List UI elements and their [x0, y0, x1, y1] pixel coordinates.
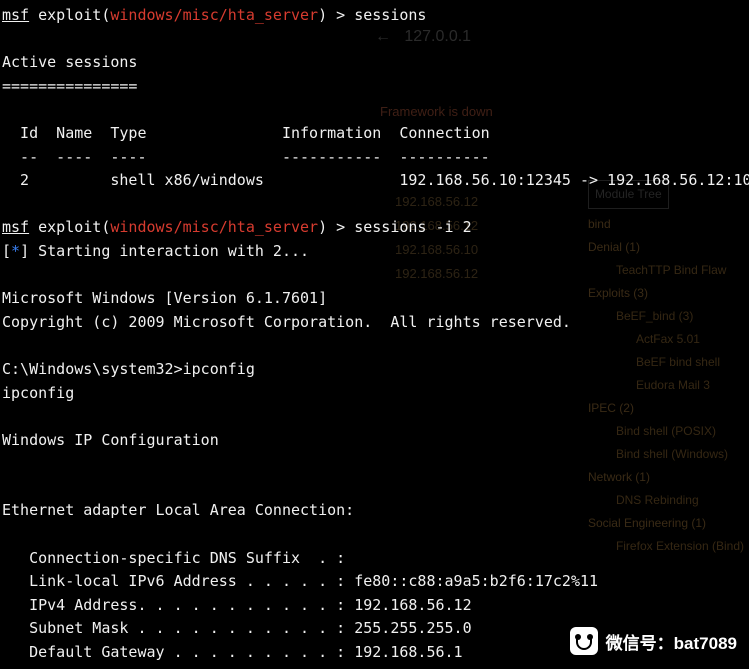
copyright: Copyright (c) 2009 Microsoft Corporation…: [2, 313, 571, 331]
msf-prompt: msf: [2, 218, 29, 236]
active-sessions-header: Active sessions: [2, 53, 137, 71]
shell-prompt: C:\Windows\system32>ipconfig: [2, 360, 255, 378]
session-table-header: Id Name Type Information Connection: [2, 124, 490, 142]
echoed-command: ipconfig: [2, 384, 74, 402]
ipv4-address: IPv4 Address. . . . . . . . . . . : 192.…: [2, 596, 472, 614]
terminal-output[interactable]: msf exploit(windows/misc/hta_server) > s…: [0, 0, 749, 669]
wechat-watermark: 微信号：bat7089: [570, 627, 737, 655]
subnet-mask: Subnet Mask . . . . . . . . . . . : 255.…: [2, 619, 472, 637]
link-local-ipv6: Link-local IPv6 Address . . . . . : fe80…: [2, 572, 598, 590]
default-gateway: Default Gateway . . . . . . . . . : 192.…: [2, 643, 463, 661]
active-sessions-rule: ===============: [2, 77, 137, 95]
command-sessions-i: sessions -i 2: [354, 218, 471, 236]
session-table-rule: -- ---- ---- ----------- ----------: [2, 148, 490, 166]
command-sessions: sessions: [354, 6, 426, 24]
module-path: windows/misc/hta_server: [110, 218, 318, 236]
star-icon: *: [11, 242, 20, 260]
dns-suffix: Connection-specific DNS Suffix . :: [2, 549, 345, 567]
session-table-row: 2 shell x86/windows 192.168.56.10:12345 …: [2, 171, 749, 189]
msf-prompt: msf: [2, 6, 29, 24]
exploit-label: exploit(: [29, 6, 110, 24]
module-path: windows/misc/hta_server: [110, 6, 318, 24]
adapter-header: Ethernet adapter Local Area Connection:: [2, 501, 354, 519]
wechat-icon: [570, 627, 598, 655]
windows-version: Microsoft Windows [Version 6.1.7601]: [2, 289, 327, 307]
starting-interaction: Starting interaction with 2...: [38, 242, 309, 260]
wechat-text: 微信号：bat7089: [606, 629, 737, 654]
ipconfig-header: Windows IP Configuration: [2, 431, 219, 449]
